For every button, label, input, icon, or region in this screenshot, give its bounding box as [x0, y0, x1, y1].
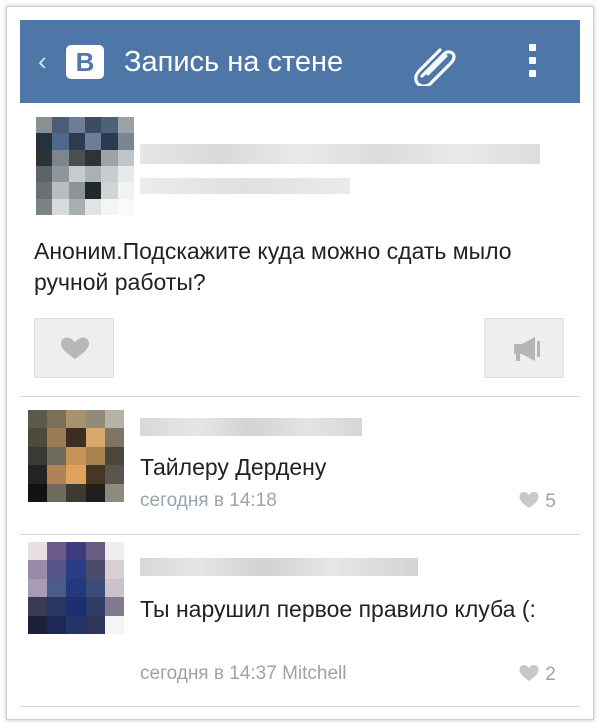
like-count: 5 [545, 491, 556, 512]
comment-avatar[interactable] [28, 542, 124, 634]
heart-icon [519, 665, 539, 681]
comment-like-count[interactable]: 2 [518, 663, 578, 686]
comment-time: сегодня в 14:37 Mitchell [140, 663, 347, 684]
post-author-info-blurred [140, 178, 350, 194]
divider [20, 706, 580, 707]
comment-avatar[interactable] [28, 410, 124, 502]
top-bar: ‹ В Запись на стене [20, 20, 580, 103]
heart-icon [61, 337, 89, 359]
comment-text: Тайлеру Дердену [140, 454, 327, 480]
post-author-avatar[interactable] [36, 117, 134, 215]
post-text: Аноним.Подскажите куда можно сдать мыло … [34, 238, 512, 295]
page-title: Запись на стене [124, 46, 344, 78]
megaphone-icon [514, 337, 540, 361]
divider [20, 534, 580, 535]
app-screen: ‹ В Запись на стене Аноним.Подскажите ку… [20, 20, 580, 710]
divider [20, 396, 580, 397]
comment-like-count[interactable]: 5 [518, 490, 578, 513]
paperclip-icon[interactable] [408, 42, 460, 86]
comment-text: Ты нарушил первое правило клуба (: [140, 596, 536, 622]
like-count: 2 [545, 664, 556, 685]
vk-logo-icon[interactable]: В [66, 45, 104, 79]
more-vertical-icon[interactable] [528, 44, 538, 84]
back-icon[interactable]: ‹ [38, 46, 47, 76]
comment-time: сегодня в 14:18 [140, 490, 277, 511]
comment-author-name-blurred [140, 418, 362, 436]
like-button[interactable] [34, 318, 114, 378]
heart-icon [519, 492, 539, 508]
share-button[interactable] [484, 318, 564, 378]
comment-author-name-blurred [140, 558, 418, 576]
post-author-name-blurred [140, 144, 540, 164]
